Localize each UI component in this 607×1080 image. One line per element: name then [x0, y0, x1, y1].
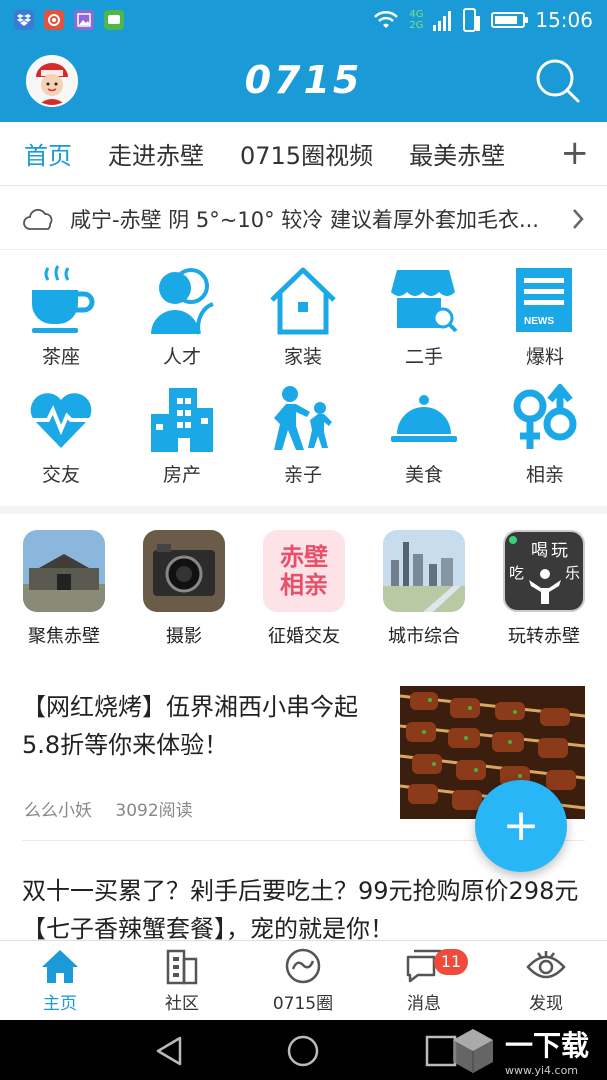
- people-icon: [151, 268, 214, 335]
- article-title: 【网红烧烤】伍界湘西小串今起5.8折等你来体验！: [22, 693, 358, 759]
- spacer: [0, 660, 607, 666]
- camera-app-icon: [44, 10, 64, 30]
- circles-row: 聚焦赤壁 摄影 赤壁 相亲 征婚交友 城市综合 喝 玩 吃 乐 玩转赤壁: [0, 530, 607, 650]
- category-rencai[interactable]: 人才: [127, 264, 237, 369]
- circle-sheying[interactable]: 摄影: [124, 530, 244, 648]
- gallery-icon: [74, 10, 94, 30]
- compose-fab-button[interactable]: +: [475, 780, 567, 872]
- article-author: 么么小妖: [24, 801, 92, 821]
- heart-pulse-icon: [30, 393, 92, 448]
- bottom-nav: 主页 社区 0715圈 11 消息 发现: [0, 940, 607, 1020]
- clock: 15:06: [535, 8, 593, 32]
- cloche-icon: [391, 395, 457, 442]
- category-jiazhuang[interactable]: 家装: [248, 264, 358, 369]
- app-logo: 0715: [244, 58, 363, 102]
- category-ershou[interactable]: 二手: [369, 264, 479, 369]
- news-icon: NEWS: [516, 268, 572, 332]
- circle-zhenghun-jiaoyou[interactable]: 赤壁 相亲 征婚交友: [244, 530, 364, 648]
- nav-discover[interactable]: 发现: [496, 947, 596, 1014]
- status-bar: 4G 2G 15:06: [0, 0, 607, 40]
- notification-icons: [14, 10, 124, 30]
- tab-zoujin-chibi[interactable]: 走进赤壁: [108, 136, 204, 171]
- fun-logo: 喝 玩 吃 乐: [503, 530, 585, 612]
- home-circle-icon[interactable]: [286, 1034, 320, 1072]
- teacup-icon: [32, 265, 95, 333]
- weather-text: 咸宁-赤壁 阴 5°~10° 较冷 建议着厚外套加毛衣...: [70, 207, 539, 232]
- nav-0715-circle[interactable]: 0715圈: [253, 947, 353, 1014]
- svg-text:NEWS: NEWS: [524, 316, 554, 327]
- section-divider: [0, 506, 607, 514]
- cloud-icon: [23, 208, 53, 230]
- message-badge: 11: [434, 949, 468, 975]
- circle-chengshi-zonghe[interactable]: 城市综合: [364, 530, 484, 648]
- shop-icon: [391, 270, 458, 333]
- category-fangchan[interactable]: 房产: [127, 384, 237, 487]
- article-title[interactable]: 双十一买累了？剁手后要吃土？99元抢购原价298元【七子香辣蟹套餐】，宠的就是你…: [22, 872, 582, 940]
- app-header: 0715: [0, 40, 607, 122]
- category-xiangqin[interactable]: 相亲: [490, 384, 600, 487]
- dating-logo: 赤壁 相亲: [263, 530, 345, 612]
- chat-app-icon: [104, 10, 124, 30]
- tab-home[interactable]: 首页: [24, 136, 72, 171]
- weather-bar[interactable]: 咸宁-赤壁 阴 5°~10° 较冷 建议着厚外套加毛衣...: [0, 188, 607, 250]
- sim-icon: [463, 8, 481, 32]
- watermark-url: www.yi4.com: [504, 1064, 579, 1077]
- search-icon[interactable]: [535, 58, 581, 104]
- add-tab-button[interactable]: +: [561, 136, 590, 170]
- watermark-title: 一下载: [504, 1029, 589, 1062]
- chevron-right-icon: [573, 208, 584, 229]
- article-reads: 3092阅读: [115, 801, 193, 821]
- category-baoliao[interactable]: NEWS 爆料: [490, 264, 600, 369]
- cube-logo-icon: [452, 1028, 493, 1073]
- signal-icon: [433, 11, 452, 31]
- tab-zuimei-chibi[interactable]: 最美赤壁: [409, 136, 505, 171]
- building-icon: [151, 388, 213, 452]
- category-meishi[interactable]: 美食: [369, 384, 479, 487]
- parent-child-icon: [274, 386, 332, 450]
- watermark: 一下载 www.yi4.com: [449, 1024, 589, 1077]
- skyline-photo: [383, 530, 465, 612]
- dropbox-icon: [14, 10, 34, 30]
- nav-messages[interactable]: 11 消息: [374, 947, 474, 1014]
- gender-icon: [513, 384, 577, 449]
- network-type: 4G 2G: [409, 9, 424, 31]
- channel-tabs: 首页 走进赤壁 0715圈视频 最美赤壁 +: [0, 122, 607, 186]
- system-nav-bar: 一下载 www.yi4.com: [0, 1020, 607, 1080]
- article-meta: 么么小妖 3092阅读: [24, 796, 211, 821]
- city-gate-photo: [23, 530, 105, 612]
- battery-icon: [491, 12, 529, 28]
- circle-jujiao-chibi[interactable]: 聚焦赤壁: [4, 530, 124, 648]
- community-icon: [166, 949, 198, 985]
- camera-photo: [143, 530, 225, 612]
- nav-community[interactable]: 社区: [132, 947, 232, 1014]
- circle-logo-icon: [285, 948, 321, 984]
- wifi-icon: [374, 10, 399, 28]
- back-icon[interactable]: [152, 1034, 186, 1072]
- circle-wanzhuan-chibi[interactable]: 喝 玩 吃 乐 玩转赤壁: [484, 530, 604, 648]
- tab-0715-video[interactable]: 0715圈视频: [240, 136, 373, 171]
- category-chazuo[interactable]: 茶座: [6, 264, 116, 369]
- house-icon: [270, 267, 336, 335]
- category-grid: 茶座 人才 家装 二手 NEWS 爆料 交友 房产 亲子 美食 相亲: [0, 258, 607, 502]
- category-qinzi[interactable]: 亲子: [248, 384, 358, 487]
- nav-home[interactable]: 主页: [10, 947, 110, 1014]
- eye-icon: [526, 951, 566, 979]
- home-icon: [42, 950, 78, 983]
- category-jiaoyou[interactable]: 交友: [6, 384, 116, 487]
